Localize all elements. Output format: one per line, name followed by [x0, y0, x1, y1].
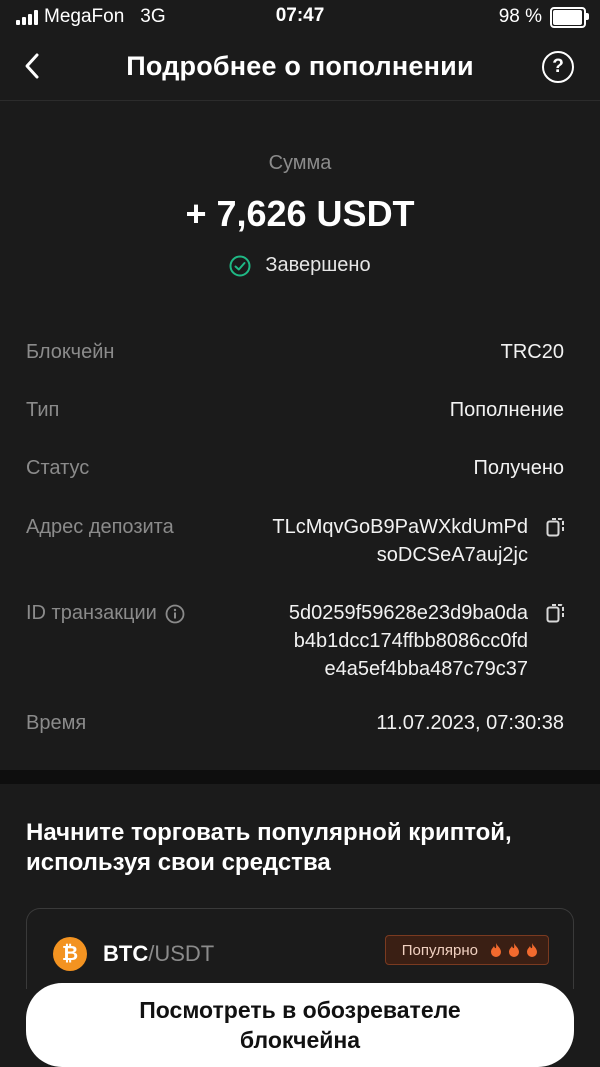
info-icon[interactable] [165, 604, 185, 624]
deposit-address-value[interactable]: TLcMqvGoB9PaWXkdUmPd soDCSeA7auj2jc [272, 513, 528, 569]
popular-badge: Популярно [384, 935, 549, 965]
cta-label: Посмотреть в обозревателе блокчейна [139, 997, 461, 1053]
deposit-address-label: Адрес депозита [26, 516, 174, 538]
nav-header: Подробнее о пополнении ? [0, 34, 600, 101]
promo-title: Начните торговать популярной криптой, ис… [26, 819, 512, 876]
flame-icon [491, 943, 501, 957]
bitcoin-icon: ₿ [53, 937, 87, 971]
page-title: Подробнее о пополнении [126, 51, 474, 81]
pair-base: BTC [103, 941, 149, 966]
status-bar: MegaFon 3G 07:47 98 % [0, 0, 600, 34]
pair-quote: /USDT [148, 941, 215, 966]
check-circle-icon [229, 255, 251, 276]
address-line: TLcMqvGoB9PaWXkdUmPd [272, 516, 528, 538]
type-label: Тип [26, 399, 60, 421]
type-value: Пополнение [449, 399, 564, 421]
time-label: Время [26, 712, 87, 734]
status-label: Статус [26, 457, 90, 479]
txid-line: b4b1dcc174ffbb8086cc0fd [293, 630, 528, 652]
help-button[interactable]: ? [542, 51, 574, 83]
flame-icon [509, 943, 519, 957]
battery-percent: 98 % [498, 6, 542, 27]
txid-line: e4a5ef4bba487c79c37 [324, 658, 528, 680]
flame-icon [527, 943, 537, 957]
time-value: 11.07.2023, 07:30:38 [376, 712, 564, 734]
amount-label: Сумма [268, 152, 332, 174]
txid-label: ID транзакции [26, 602, 157, 624]
txid-value[interactable]: 5d0259f59628e23d9ba0da b4b1dcc174ffbb808… [289, 599, 528, 683]
copy-icon[interactable] [546, 602, 566, 624]
blockchain-value: TRC20 [500, 341, 564, 363]
copy-icon[interactable] [546, 516, 566, 538]
battery-icon [550, 6, 589, 28]
txid-line: 5d0259f59628e23d9ba0da [288, 602, 528, 624]
txid-label-row: ID транзакции [26, 602, 185, 625]
pair-name: BTC/USDT [103, 941, 214, 967]
section-divider [0, 770, 600, 784]
blockchain-label: Блокчейн [26, 341, 115, 363]
address-line: soDCSeA7auj2jc [376, 544, 528, 566]
trading-pair-card[interactable]: ₿ BTC/USDT Популярно [26, 908, 574, 989]
amount-value: + 7,626 USDT [185, 193, 415, 234]
badge-label: Популярно [401, 941, 478, 959]
status-row: Завершено [0, 254, 600, 277]
status-value: Получено [473, 457, 564, 479]
view-in-explorer-button[interactable]: Посмотреть в обозревателе блокчейна [26, 983, 574, 1067]
question-icon: ? [552, 56, 564, 77]
status-text: Завершено [265, 254, 371, 276]
status-bar-right: 98 % [498, 6, 589, 28]
